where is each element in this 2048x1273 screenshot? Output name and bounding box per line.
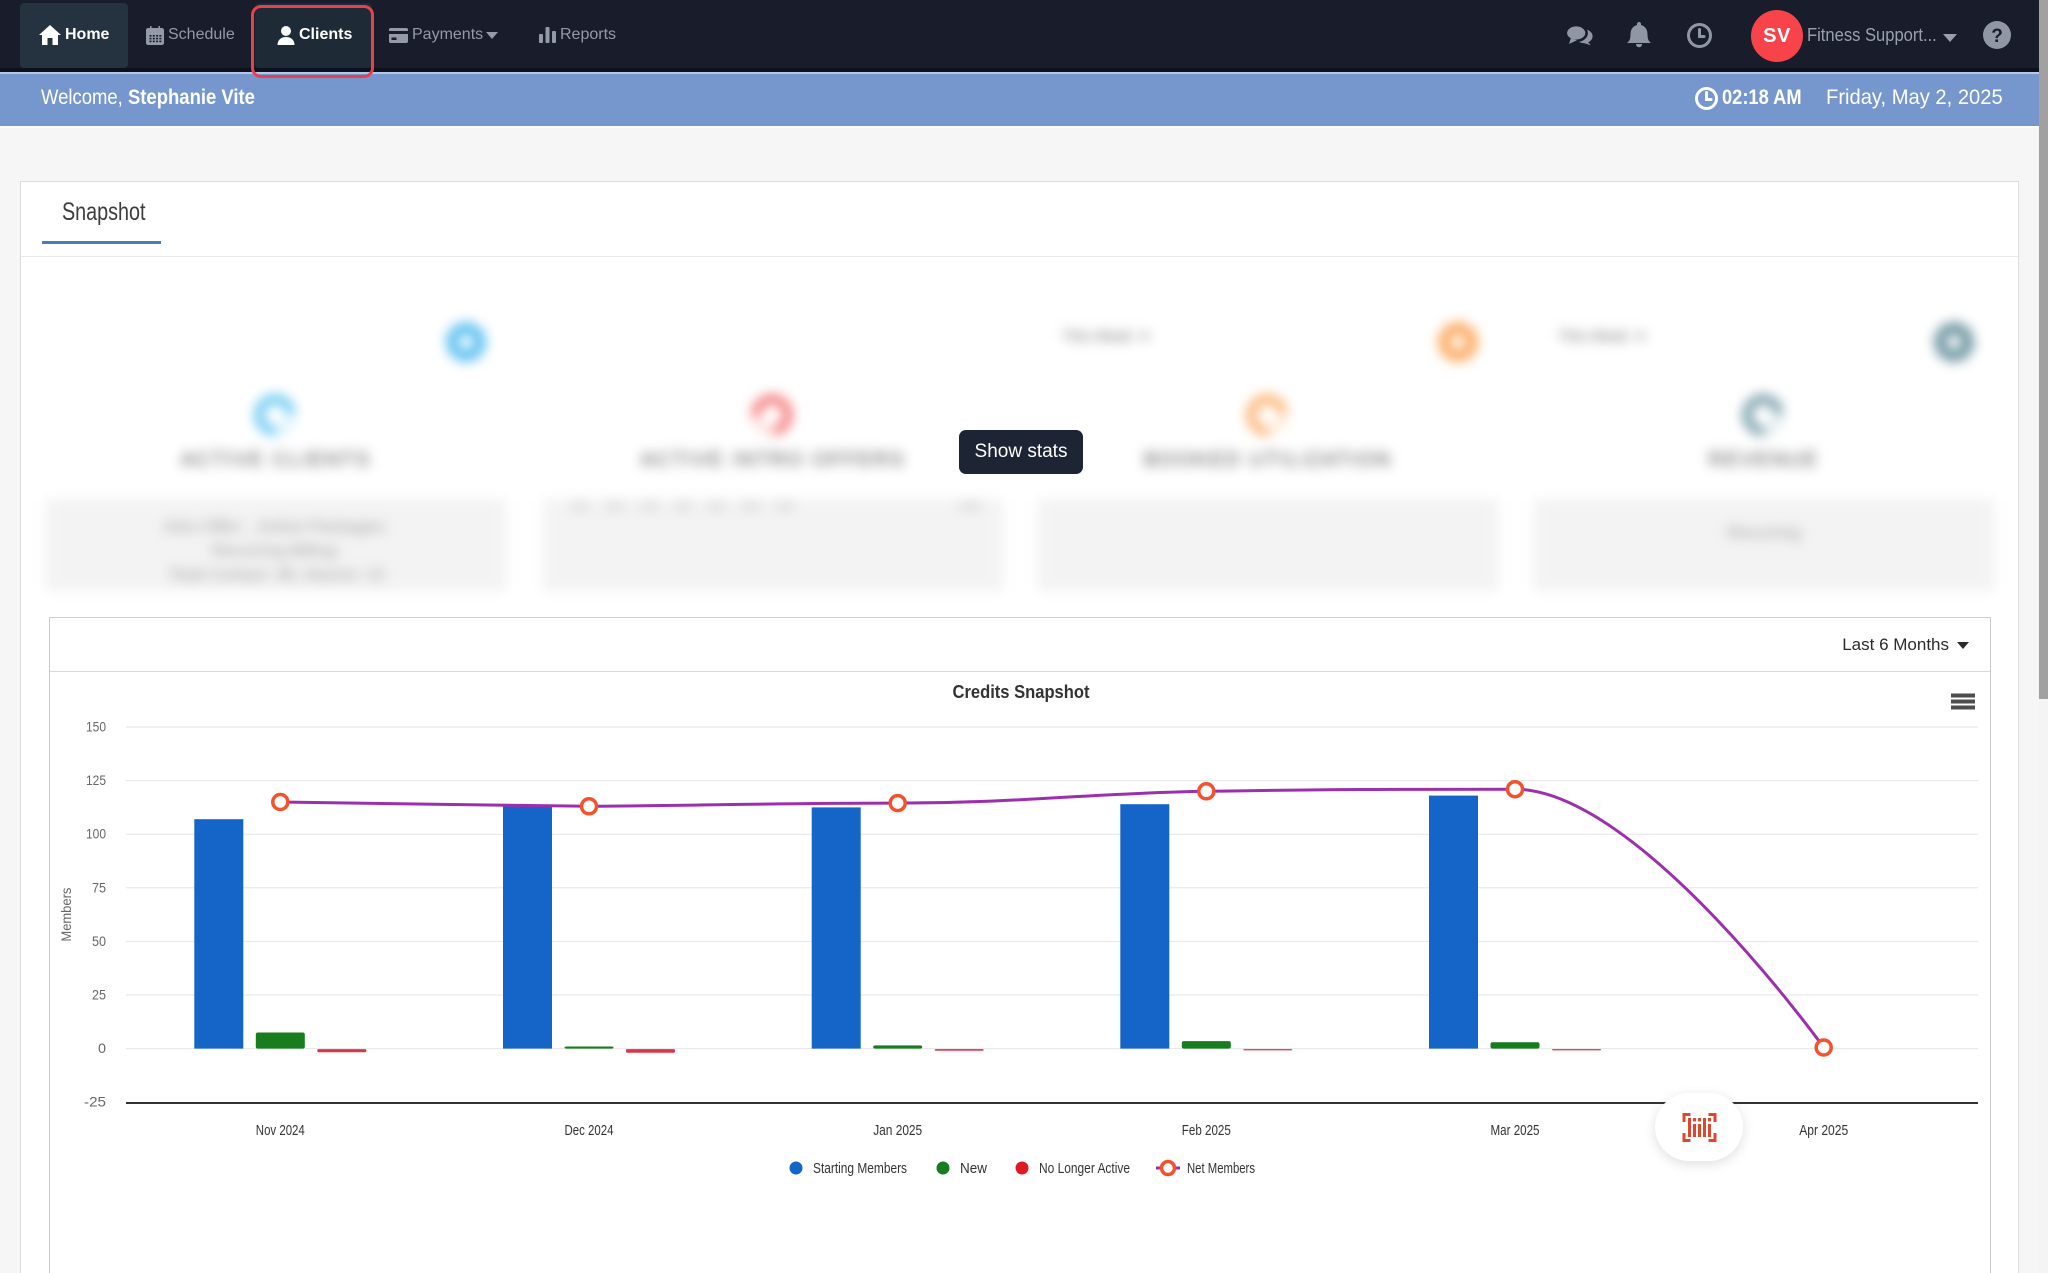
svg-text:125: 125 (86, 772, 106, 788)
svg-text:100: 100 (86, 826, 106, 842)
svg-text:-25: -25 (84, 1094, 106, 1110)
svg-text:Starting Members: Starting Members (813, 1160, 907, 1177)
svg-text:?: ? (1991, 26, 2003, 47)
svg-text:Members: Members (58, 888, 74, 942)
svg-text:Apr 2025: Apr 2025 (1799, 1122, 1848, 1139)
svg-text:Mar 2025: Mar 2025 (1491, 1122, 1540, 1139)
svg-text:Credits Snapshot: Credits Snapshot (953, 682, 1090, 702)
svg-text:No Longer Active: No Longer Active (1039, 1160, 1130, 1177)
svg-text:25: 25 (92, 987, 106, 1003)
svg-text:Jan 2025: Jan 2025 (873, 1122, 922, 1139)
svg-text:Net Members: Net Members (1187, 1160, 1255, 1177)
svg-text:Nov 2024: Nov 2024 (256, 1122, 305, 1139)
svg-text:150: 150 (86, 719, 106, 735)
svg-text:Dec 2024: Dec 2024 (565, 1122, 614, 1139)
svg-text:Feb 2025: Feb 2025 (1182, 1122, 1231, 1139)
svg-text:0: 0 (98, 1040, 106, 1056)
svg-text:New: New (960, 1160, 987, 1177)
svg-text:75: 75 (92, 879, 106, 895)
svg-text:50: 50 (92, 933, 106, 949)
